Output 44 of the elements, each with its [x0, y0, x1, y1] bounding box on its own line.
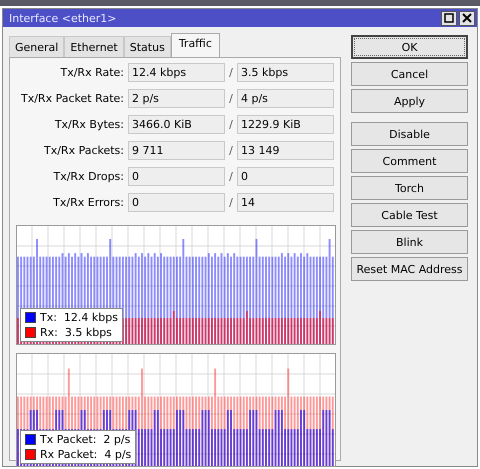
value-field: 0 [128, 167, 225, 186]
value-field: 0 [237, 167, 334, 186]
value-field: 3.5 kbps [237, 63, 334, 82]
separator: / [228, 92, 234, 105]
separator: / [228, 118, 234, 131]
dialog-button[interactable]: Torch [351, 176, 468, 200]
field-label: Tx/Rx Rate: [59, 66, 125, 79]
dialog-button[interactable]: Apply [351, 89, 468, 113]
dialog-button[interactable]: Blink [351, 230, 468, 254]
legend-label: Tx Packet: 2 p/s [40, 433, 130, 446]
dialog-button[interactable]: OK [351, 35, 468, 59]
field-label: Tx/Rx Packet Rate: [20, 92, 125, 105]
value-field: 1229.9 KiB [237, 115, 334, 134]
window-title: Interface <ether1> [9, 12, 117, 24]
dialog-button[interactable]: Cable Test [351, 203, 468, 227]
separator: / [228, 170, 234, 183]
tab[interactable]: General [9, 36, 64, 57]
value-field: 3466.0 KiB [128, 115, 225, 134]
field-label: Tx/Rx Bytes: [54, 118, 125, 131]
field-label: Tx/Rx Errors: [52, 196, 125, 209]
value-field: 13 149 [237, 141, 334, 160]
separator: / [228, 66, 234, 79]
separator: / [228, 144, 234, 157]
dialog-button[interactable]: Cancel [351, 62, 468, 86]
tab[interactable]: Status [124, 36, 171, 57]
dialog-button[interactable]: Reset MAC Address [351, 257, 468, 281]
legend-label: Rx Packet: 4 p/s [40, 448, 132, 461]
value-field: 0 [128, 193, 225, 212]
dialog-button[interactable]: Comment [351, 149, 468, 173]
dialog-button[interactable]: Disable [351, 122, 468, 146]
close-button[interactable] [459, 10, 475, 26]
separator: / [228, 196, 234, 209]
tab[interactable]: Traffic [170, 33, 220, 57]
field-label: Tx/Rx Drops: [52, 170, 125, 183]
value-field: 14 [237, 193, 334, 212]
value-field: 9 711 [128, 141, 225, 160]
tab[interactable]: Ethernet [64, 36, 124, 57]
maximize-button[interactable] [441, 10, 457, 26]
value-field: 12.4 kbps [128, 63, 225, 82]
legend-label: Tx: 12.4 kbps [40, 311, 118, 324]
value-field: 4 p/s [237, 89, 334, 108]
field-label: Tx/Rx Packets: [42, 144, 125, 157]
legend-label: Rx: 3.5 kbps [40, 326, 112, 339]
value-field: 2 p/s [128, 89, 225, 108]
